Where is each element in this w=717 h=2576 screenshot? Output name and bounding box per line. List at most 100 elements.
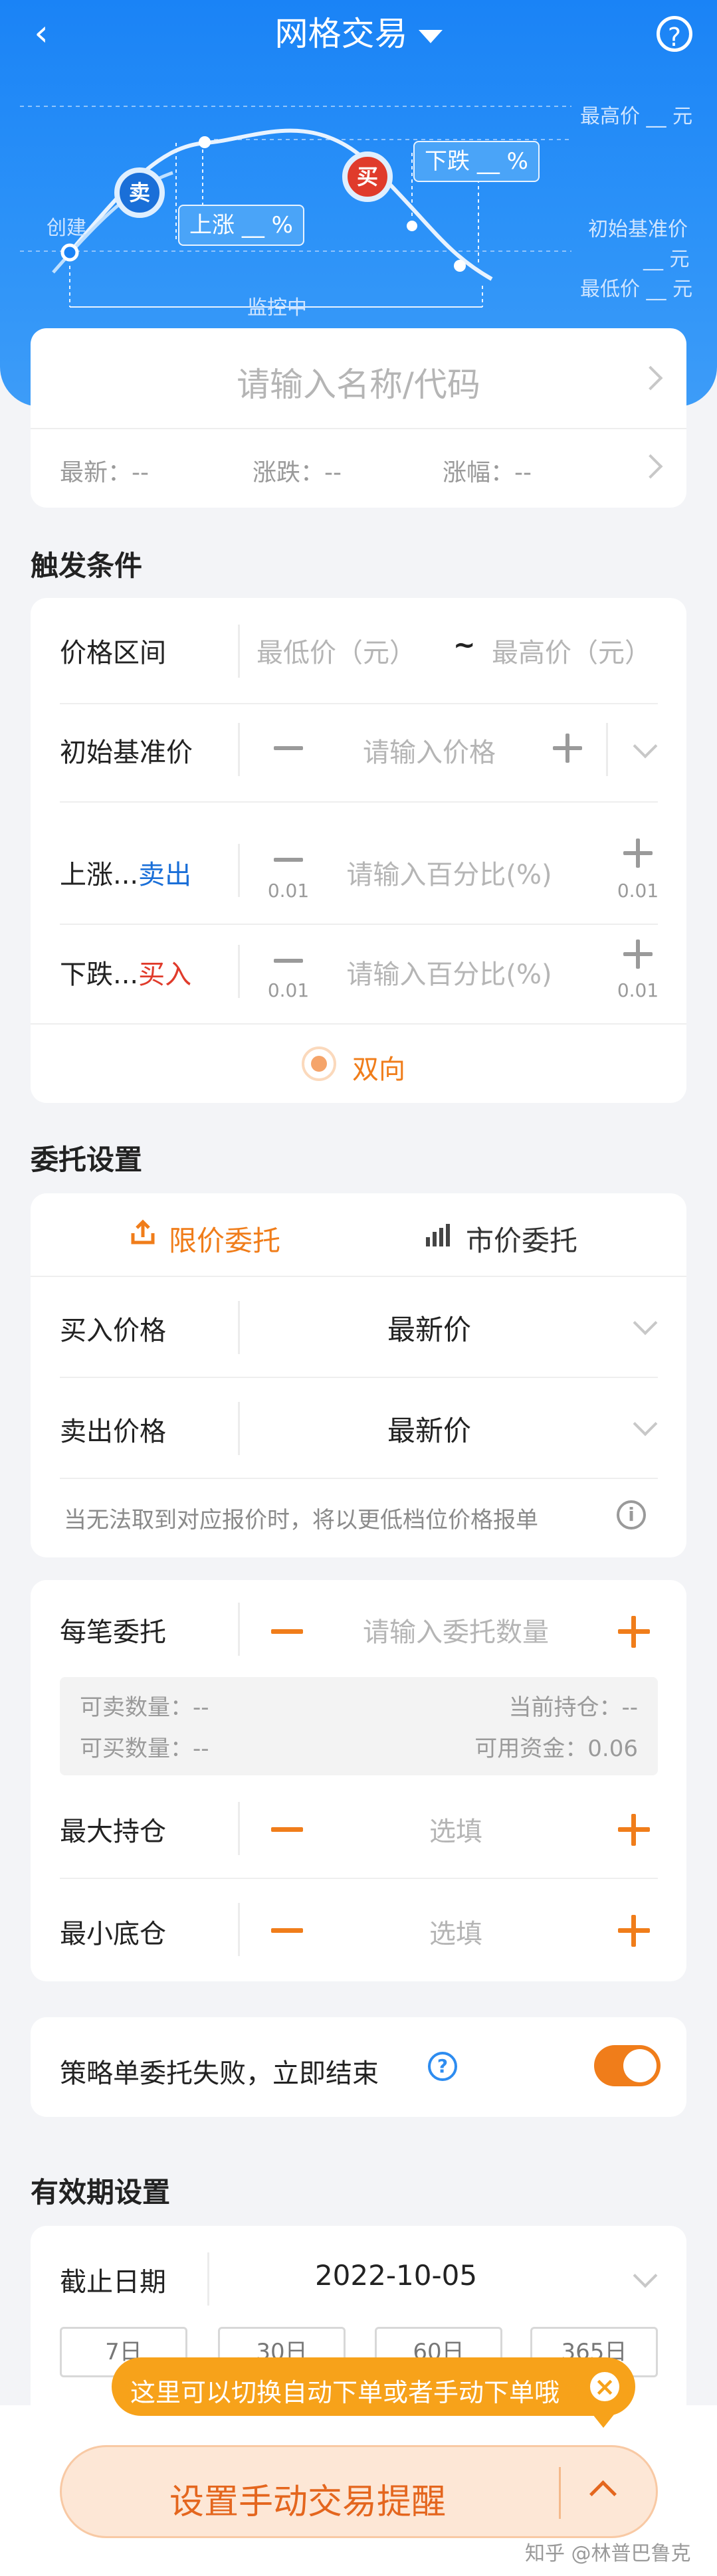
max-price-label: 最高价 __ 元 xyxy=(580,105,693,128)
fall-tag: 下跌 __ % xyxy=(413,141,540,182)
stock-search-input[interactable]: 请输入名称/代码 xyxy=(31,328,686,428)
base-price-label: 初始基准价 xyxy=(588,218,688,241)
step-label: 0.01 xyxy=(267,979,310,1001)
trigger-section-title: 触发条件 xyxy=(31,549,143,582)
tooltip-arrow xyxy=(593,2415,614,2428)
order-card: 限价委托 市价委托 买入价格 最新价 卖出价格 最新价 当无法取到对应报价时，将… xyxy=(31,1193,686,1557)
trigger-card: 价格区间 最低价（元） ~ 最高价（元） 初始基准价 请输入价格 上涨...卖出… xyxy=(31,598,686,1103)
min-position-label: 最小底仓 xyxy=(60,1919,166,1949)
sellable-qty: 可卖数量：-- xyxy=(80,1694,209,1721)
base-price-value: __ 元 xyxy=(643,248,690,271)
deadline-select[interactable]: 截止日期 2022-10-05 xyxy=(31,2226,686,2326)
plus-icon[interactable] xyxy=(553,734,582,763)
bidirectional-label: 双向 xyxy=(352,1054,405,1085)
chevron-down-icon xyxy=(633,2263,658,2288)
min-price-label: 最低价 __ 元 xyxy=(580,278,693,301)
plus-icon[interactable] xyxy=(618,1616,650,1648)
fail-end-toggle[interactable] xyxy=(594,2045,661,2086)
fall-pct-input[interactable]: 请输入百分比(%) xyxy=(323,953,575,991)
buy-price-value: 最新价 xyxy=(387,1314,471,1346)
chevron-right-icon xyxy=(638,454,663,479)
plus-icon[interactable] xyxy=(623,839,653,868)
fail-end-label: 策略单委托失败，立即结束 xyxy=(60,2058,379,2089)
tooltip-text: 这里可以切换自动下单或者手动下单哦 xyxy=(130,2378,560,2407)
range-separator: ~ xyxy=(453,630,476,660)
close-icon[interactable]: × xyxy=(590,2372,619,2401)
sell-badge: 卖 xyxy=(114,167,165,218)
minus-icon[interactable] xyxy=(274,734,303,763)
price-range-label: 价格区间 xyxy=(60,638,166,668)
price-change: 涨跌：-- xyxy=(253,459,342,486)
tab-limit-order[interactable]: 限价委托 xyxy=(31,1193,358,1276)
limit-order-label: 限价委托 xyxy=(169,1225,281,1257)
buy-badge: 买 xyxy=(342,151,393,202)
bar-chart-icon xyxy=(426,1224,450,1246)
stock-card: 请输入名称/代码 最新：-- 涨跌：-- 涨幅：-- xyxy=(31,328,686,508)
rise-tag: 上涨 __ % xyxy=(178,205,304,246)
validity-section-title: 有效期设置 xyxy=(31,2176,171,2209)
upload-icon xyxy=(131,1219,155,1244)
chevron-down-icon[interactable] xyxy=(633,734,658,759)
min-price-input[interactable]: 最低价（元） xyxy=(256,631,443,670)
max-position-label: 最大持仓 xyxy=(60,1817,166,1847)
search-placeholder: 请输入名称/代码 xyxy=(237,365,480,404)
info-icon[interactable]: i xyxy=(617,1500,646,1530)
chevron-down-icon xyxy=(633,1310,658,1336)
sell-price-value: 最新价 xyxy=(387,1415,471,1447)
tab-market-order[interactable]: 市价委托 xyxy=(358,1193,686,1276)
help-icon[interactable]: ? xyxy=(428,2052,457,2081)
base-price-row-label: 初始基准价 xyxy=(60,738,193,768)
minus-icon[interactable] xyxy=(274,845,303,874)
chevron-down-icon xyxy=(418,29,443,43)
min-position-input[interactable]: 选填 xyxy=(323,1912,589,1951)
current-holding: 当前持仓：-- xyxy=(508,1694,638,1721)
create-label: 创建 xyxy=(47,217,86,240)
deadline-label: 截止日期 xyxy=(60,2267,166,2298)
sell-price-select[interactable]: 卖出价格 最新价 xyxy=(31,1377,686,1478)
per-order-label: 每笔委托 xyxy=(60,1617,166,1648)
quote-row[interactable]: 最新：-- 涨跌：-- 涨幅：-- xyxy=(31,428,686,508)
order-note: 当无法取到对应报价时，将以更低档位价格报单 xyxy=(64,1507,538,1534)
radio-icon xyxy=(302,1046,336,1081)
plus-icon[interactable] xyxy=(618,1814,650,1846)
max-price-input[interactable]: 最高价（元） xyxy=(492,631,678,670)
plus-icon[interactable] xyxy=(623,940,653,969)
order-section-title: 委托设置 xyxy=(31,1143,143,1176)
help-icon[interactable]: ? xyxy=(657,16,692,52)
minus-icon[interactable] xyxy=(271,1915,303,1947)
minus-icon[interactable] xyxy=(274,946,303,975)
page-title[interactable]: 网格交易 xyxy=(0,11,717,57)
buyable-qty: 可买数量：-- xyxy=(80,1735,209,1762)
per-order-input[interactable]: 请输入委托数量 xyxy=(323,1611,589,1649)
change-pct: 涨幅：-- xyxy=(443,459,532,486)
chevron-down-icon xyxy=(633,1411,658,1437)
create-point xyxy=(60,243,79,262)
market-order-label: 市价委托 xyxy=(466,1225,578,1257)
manual-reminder-label: 设置手动交易提醒 xyxy=(169,2482,446,2522)
step-label: 0.01 xyxy=(617,979,659,1001)
available-funds: 可用资金：0.06 xyxy=(474,1735,638,1762)
monitoring-label: 监控中 xyxy=(247,296,307,320)
minus-icon[interactable] xyxy=(271,1616,303,1648)
expand-icon[interactable] xyxy=(589,2480,617,2508)
quantity-card: 每笔委托 请输入委托数量 可卖数量：-- 当前持仓：-- 可买数量：-- 可用资… xyxy=(31,1580,686,1981)
deadline-value: 2022-10-05 xyxy=(314,2259,478,2292)
rise-pct-input[interactable]: 请输入百分比(%) xyxy=(323,853,575,892)
fail-end-card: 策略单委托失败，立即结束 ? xyxy=(31,2017,686,2117)
watermark: 知乎 @林普巴鲁克 xyxy=(525,2542,691,2565)
buy-price-select[interactable]: 买入价格 最新价 xyxy=(31,1276,686,1377)
plus-icon[interactable] xyxy=(618,1915,650,1947)
sell-action-text: 卖出 xyxy=(138,860,192,890)
latest-price: 最新：-- xyxy=(60,459,149,486)
step-label: 0.01 xyxy=(267,880,310,902)
manual-reminder-button[interactable]: 设置手动交易提醒 xyxy=(60,2445,658,2538)
base-price-input[interactable]: 请输入价格 xyxy=(323,731,536,769)
mode-tooltip: 这里可以切换自动下单或者手动下单哦 × xyxy=(112,2357,635,2428)
max-position-input[interactable]: 选填 xyxy=(323,1810,589,1848)
buy-price-label: 买入价格 xyxy=(60,1316,166,1346)
rise-row-label: 上涨...卖出 xyxy=(60,860,192,890)
bidirectional-radio[interactable]: 双向 xyxy=(302,1040,435,1086)
minus-icon[interactable] xyxy=(271,1814,303,1846)
fall-row-label: 下跌...买入 xyxy=(60,959,192,990)
buy-action-text: 买入 xyxy=(138,959,192,990)
